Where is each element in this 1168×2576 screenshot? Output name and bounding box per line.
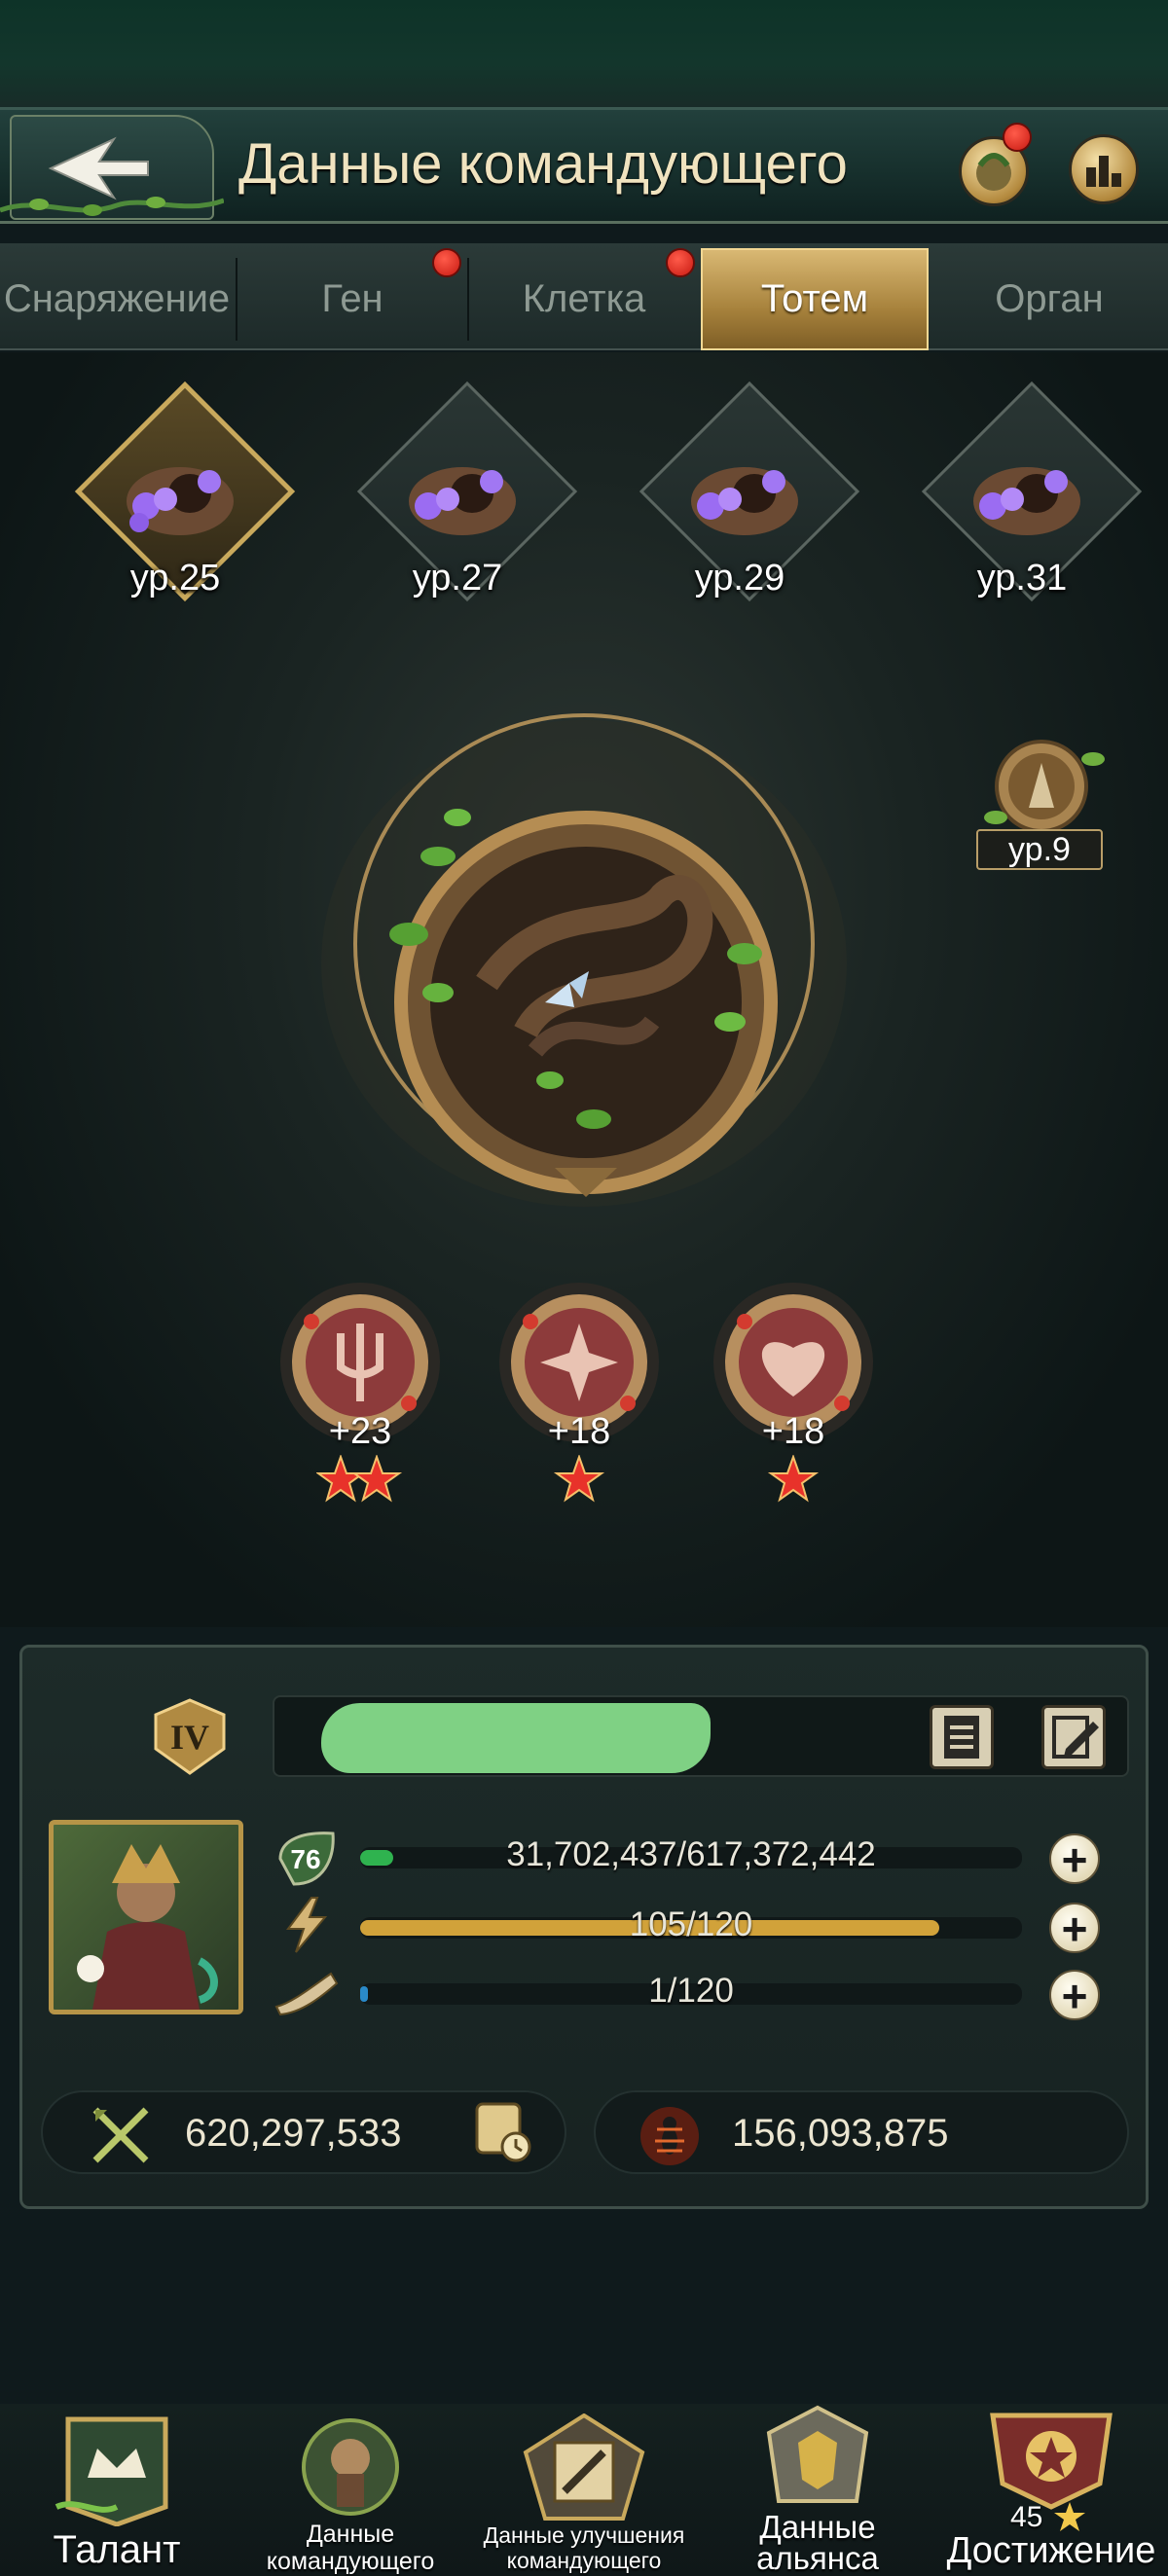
talent-crown-icon	[55, 2416, 168, 2526]
power-value: 620,297,533	[185, 2112, 402, 2155]
tab-label: Клетка	[522, 277, 646, 320]
horn-bar: 1/120	[360, 1972, 1022, 2016]
rank-badge: IV	[146, 1695, 234, 1777]
energy-lightning-icon	[286, 1897, 328, 1953]
plus-icon: +	[1061, 1904, 1088, 1954]
nav-talent[interactable]: Талант	[10, 2404, 224, 2576]
mushroom-burrow-icon	[409, 467, 516, 535]
totem-rank-badge[interactable]: ур.9	[968, 730, 1114, 876]
stat-value: +23	[328, 1411, 392, 1452]
warrior-portrait-icon	[77, 1844, 218, 2010]
notes-button[interactable]	[930, 1705, 994, 1769]
ranking-button[interactable]	[1069, 134, 1139, 204]
tab-cell[interactable]: Клетка	[469, 248, 699, 350]
totem-stat-2[interactable]: +18	[492, 1275, 667, 1518]
rank-crest-icon: IV	[154, 1698, 226, 1775]
level-label: ур.29	[694, 558, 785, 599]
nav-achievement[interactable]: 45 Достижение	[944, 2404, 1158, 2576]
energy-text: 105/120	[629, 1905, 753, 1943]
nav-label-line1: Данные улучшения	[483, 2522, 685, 2548]
plus-icon: +	[1061, 1971, 1088, 2021]
totem-emblem	[321, 713, 847, 1207]
rank-numeral: IV	[170, 1718, 209, 1757]
crossed-swords-icon	[92, 2107, 149, 2163]
star-icon	[1054, 2502, 1085, 2531]
star-icon	[553, 1455, 605, 1503]
ranking-icon	[1086, 156, 1121, 187]
commander-data-icon	[302, 2418, 399, 2516]
nav-label-line1: Данные	[306, 2521, 395, 2548]
rename-button[interactable]	[1041, 1705, 1106, 1769]
top-banner	[0, 0, 1168, 107]
level-label: ур.27	[412, 558, 503, 599]
mushroom-burrow-icon	[973, 467, 1080, 535]
level-label: ур.25	[129, 558, 221, 599]
achievement-trophy-icon	[990, 2413, 1113, 2510]
notification-dot	[432, 248, 461, 277]
nav-commander-upgrade-data[interactable]: Данные улучшения командующего	[477, 2404, 691, 2576]
totem-level-25[interactable]: ур.25	[58, 381, 296, 628]
totem-level-31[interactable]: ур.31	[905, 381, 1143, 628]
nav-label: Талант	[53, 2528, 181, 2571]
level-label: ур.31	[976, 558, 1068, 599]
kills-value: 156,093,875	[732, 2112, 949, 2155]
exp-bar: 31,702,437/617,372,442	[360, 1835, 1022, 1880]
totem-level-29[interactable]: ур.29	[623, 381, 860, 628]
tab-label: Тотем	[760, 277, 869, 320]
star-icon	[316, 1455, 403, 1503]
tab-organ[interactable]: Орган	[931, 248, 1168, 350]
horn-icon	[274, 1972, 339, 2016]
totem-stat-1[interactable]: +23	[273, 1275, 448, 1518]
alliance-crest-icon	[766, 2405, 869, 2503]
tab-totem[interactable]: Тотем	[701, 248, 929, 350]
notification-dot	[1003, 123, 1032, 152]
add-energy-button[interactable]: +	[1049, 1903, 1100, 1953]
ant-kill-icon	[640, 2107, 699, 2165]
nav-label: Достижение	[946, 2530, 1156, 2571]
commander-level: 76	[290, 1844, 320, 1874]
tab-equipment[interactable]: Снаряжение	[0, 248, 234, 350]
totem-level-27[interactable]: ур.27	[341, 381, 578, 628]
stat-value: +18	[547, 1411, 611, 1452]
nav-label-line1: Данные	[759, 2509, 876, 2545]
notification-dot	[666, 248, 695, 277]
vine-decoration	[0, 197, 224, 216]
add-exp-button[interactable]: +	[1049, 1833, 1100, 1884]
achievement-count: 45	[1010, 2501, 1043, 2533]
nav-label-line2: командующего	[506, 2548, 662, 2573]
totem-stat-3[interactable]: +18	[706, 1275, 881, 1518]
tab-label: Ген	[321, 277, 383, 320]
document-icon	[944, 1716, 979, 1759]
nav-alliance-data[interactable]: Данные альянса	[711, 2404, 925, 2576]
redacted-name	[321, 1703, 711, 1773]
totem-rank-label: ур.9	[976, 829, 1103, 870]
exp-text: 31,702,437/617,372,442	[506, 1835, 876, 1873]
plus-icon: +	[1061, 1834, 1088, 1885]
star-icon	[767, 1455, 820, 1503]
nav-label-line2: альянса	[756, 2540, 879, 2576]
stat-value: +18	[761, 1411, 825, 1452]
page-title: Данные командующего	[238, 132, 848, 196]
tab-label: Орган	[995, 277, 1104, 320]
scroll-clock-icon[interactable]	[467, 2094, 535, 2164]
edit-pencil-icon	[1052, 1716, 1099, 1759]
mushroom-burrow-icon	[127, 467, 234, 535]
totem-medal-icon	[984, 740, 1105, 833]
level-leaf-icon: 76	[278, 1832, 335, 1886]
upgrade-scroll-icon	[523, 2413, 645, 2521]
energy-bar: 105/120	[360, 1905, 1022, 1950]
add-horn-button[interactable]: +	[1049, 1970, 1100, 2020]
commander-avatar[interactable]	[49, 1820, 243, 2014]
mushroom-burrow-icon	[691, 467, 798, 535]
tab-label: Снаряжение	[3, 277, 231, 320]
horn-text: 1/120	[648, 1972, 734, 2010]
nav-commander-data[interactable]: Данные командующего	[243, 2404, 457, 2576]
nav-label-line2: командующего	[266, 2548, 435, 2575]
